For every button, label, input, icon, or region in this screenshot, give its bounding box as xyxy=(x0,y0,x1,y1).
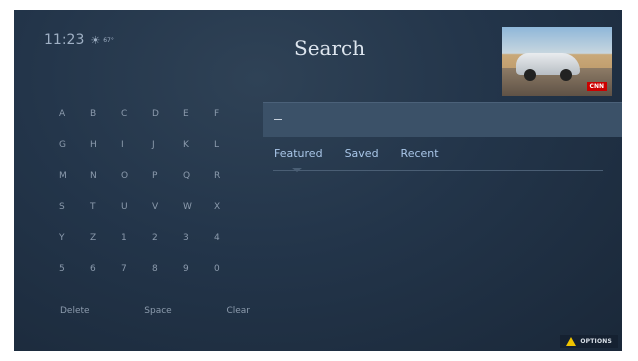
tab-saved[interactable]: Saved xyxy=(345,147,379,160)
key[interactable]: 3 xyxy=(173,233,204,243)
key[interactable]: E xyxy=(173,109,204,119)
key[interactable]: T xyxy=(80,202,111,212)
keyboard-row: G H I J K L xyxy=(49,129,239,160)
search-input[interactable] xyxy=(263,102,622,137)
key[interactable]: I xyxy=(111,140,142,150)
key[interactable]: 6 xyxy=(80,264,111,274)
key[interactable]: 2 xyxy=(142,233,173,243)
key[interactable]: 4 xyxy=(204,233,235,243)
options-label: OPTIONS xyxy=(580,338,612,345)
keyboard-row: Y Z 1 2 3 4 xyxy=(49,222,239,253)
key[interactable]: G xyxy=(49,140,80,150)
key[interactable]: P xyxy=(142,171,173,181)
clear-button[interactable]: Clear xyxy=(216,306,250,316)
keyboard-row: S T U V W X xyxy=(49,191,239,222)
page-title: Search xyxy=(294,36,366,60)
key[interactable]: 8 xyxy=(142,264,173,274)
delete-button[interactable]: Delete xyxy=(50,306,90,316)
key[interactable]: N xyxy=(80,171,111,181)
key[interactable]: M xyxy=(49,171,80,181)
key[interactable]: Z xyxy=(80,233,111,243)
tab-featured[interactable]: Featured xyxy=(274,147,323,160)
tab-recent[interactable]: Recent xyxy=(401,147,439,160)
tab-divider xyxy=(273,170,603,171)
key[interactable]: F xyxy=(204,109,235,119)
search-tabs: Featured Saved Recent xyxy=(274,147,439,160)
sun-icon: ☀ xyxy=(90,33,101,47)
key[interactable]: K xyxy=(173,140,204,150)
tv-screen: 11:23 ☀ 67° Search CNN A B C D E F G H I… xyxy=(14,10,622,351)
key[interactable]: A xyxy=(49,109,80,119)
key[interactable]: S xyxy=(49,202,80,212)
key[interactable]: O xyxy=(111,171,142,181)
key[interactable]: B xyxy=(80,109,111,119)
key[interactable]: W xyxy=(173,202,204,212)
temperature: 67° xyxy=(103,36,114,44)
key[interactable]: Q xyxy=(173,171,204,181)
status-bar: 11:23 ☀ 67° xyxy=(44,32,114,48)
text-cursor xyxy=(274,119,282,120)
key[interactable]: 7 xyxy=(111,264,142,274)
preview-wheel xyxy=(524,69,536,81)
key[interactable]: R xyxy=(204,171,235,181)
key[interactable]: X xyxy=(204,202,235,212)
keyboard-row: A B C D E F xyxy=(49,98,239,129)
key[interactable]: Y xyxy=(49,233,80,243)
key[interactable]: 0 xyxy=(204,264,235,274)
key[interactable]: U xyxy=(111,202,142,212)
key[interactable]: 9 xyxy=(173,264,204,274)
live-preview-thumbnail[interactable]: CNN xyxy=(502,27,612,96)
key[interactable]: C xyxy=(111,109,142,119)
preview-wheel xyxy=(560,69,572,81)
space-button[interactable]: Space xyxy=(134,306,171,316)
key[interactable]: H xyxy=(80,140,111,150)
on-screen-keyboard: A B C D E F G H I J K L M N O P Q R S T … xyxy=(49,98,239,284)
key[interactable]: 1 xyxy=(111,233,142,243)
keyboard-actions: Delete Space Clear xyxy=(50,306,250,316)
options-button[interactable]: OPTIONS xyxy=(560,335,618,348)
key[interactable]: 5 xyxy=(49,264,80,274)
clock: 11:23 xyxy=(44,32,85,48)
triangle-icon xyxy=(566,337,577,346)
key[interactable]: J xyxy=(142,140,173,150)
key[interactable]: L xyxy=(204,140,235,150)
key[interactable]: D xyxy=(142,109,173,119)
keyboard-row: 5 6 7 8 9 0 xyxy=(49,253,239,284)
active-tab-indicator xyxy=(292,168,302,172)
key[interactable]: V xyxy=(142,202,173,212)
keyboard-row: M N O P Q R xyxy=(49,160,239,191)
channel-badge: CNN xyxy=(586,82,607,91)
